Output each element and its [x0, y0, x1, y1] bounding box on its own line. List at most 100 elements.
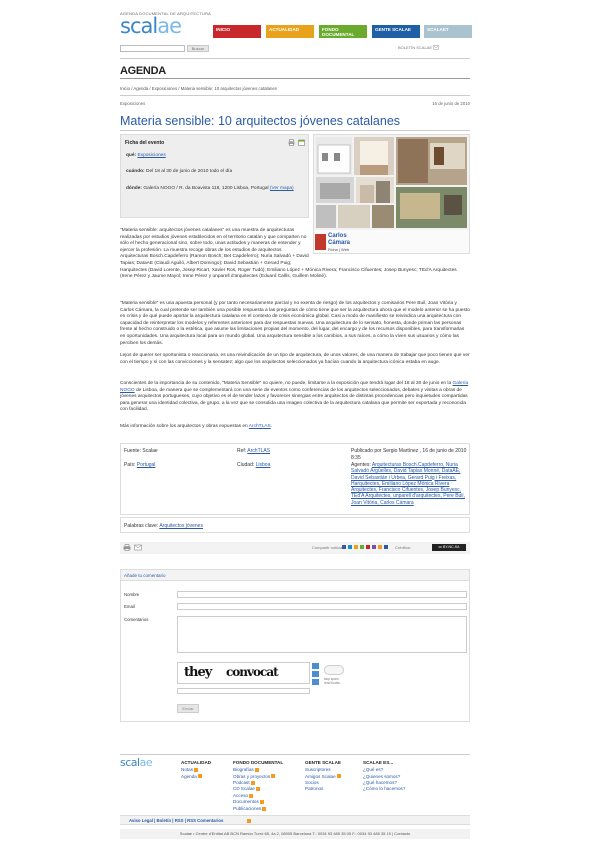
footer-link[interactable]: Publicaciones: [233, 806, 283, 812]
nombre-input[interactable]: [177, 591, 467, 598]
print-icon[interactable]: [123, 544, 131, 551]
delicious-icon[interactable]: [348, 545, 352, 549]
footer-col-gente: GENTE SCALAE Suscriptores Amigos Scalae …: [305, 760, 341, 793]
footer-logo-main: scal: [120, 756, 140, 769]
rss-icon[interactable]: [262, 806, 267, 811]
claves-label: Palabras clave:: [124, 523, 159, 529]
footer-link[interactable]: Patronos: [305, 786, 341, 792]
nav-inicio-label: INICIO: [216, 27, 231, 32]
rss-icon[interactable]: [194, 767, 199, 772]
paragraph-1: "Materia sensible: arquitectos jóvenes c…: [120, 228, 470, 281]
nav-inicio[interactable]: INICIO: [213, 25, 261, 38]
footer-link[interactable]: Agenda: [181, 774, 211, 780]
palabras-clave: Palabras clave: Arquitectos jóvenes: [124, 523, 203, 530]
rss-icon[interactable]: [271, 774, 276, 779]
claves-link[interactable]: Arquitectos jóvenes: [159, 523, 203, 529]
nav-fondo-documental[interactable]: FONDO DOCUMENTAL: [319, 25, 367, 38]
comentarios-textarea[interactable]: [177, 616, 467, 653]
captcha-help-icon[interactable]: [312, 679, 319, 685]
captcha-refresh-icon[interactable]: [312, 663, 319, 669]
ciudad-link[interactable]: Lisboa: [256, 462, 271, 468]
calendar-icon[interactable]: [298, 139, 305, 146]
cc-license-badge[interactable]: cc BY-NC-SA: [432, 544, 466, 551]
donde-label: dónde:: [126, 186, 142, 191]
email-input[interactable]: [177, 603, 467, 610]
footer-col-head: SCALAE ES...: [363, 760, 394, 765]
rss-icon[interactable]: [249, 793, 254, 798]
captcha-word-2: convocat: [226, 665, 279, 679]
footer-link[interactable]: ¿Cómo lo hacemos?: [363, 786, 405, 792]
map-link[interactable]: (Ver mapa): [270, 186, 294, 191]
nav-actualidad[interactable]: ACTUALIDAD: [266, 25, 314, 38]
scalae-logo[interactable]: scalae: [120, 16, 182, 37]
search-button[interactable]: Buscar: [187, 45, 209, 52]
rss-icon[interactable]: [336, 774, 341, 779]
fuente-label: Fuente:: [124, 448, 141, 454]
footer-col-fondo: FONDO DOCUMENTAL Biografías Obras y proy…: [233, 760, 283, 812]
footer-links-bar: Aviso Legal | Boletín | RSS | RSS Coment…: [120, 815, 470, 825]
nav-scalaet[interactable]: SCALAET: [424, 25, 472, 38]
boletin-link[interactable]: BOLETÍN SCALAE: [398, 45, 439, 51]
ref-link[interactable]: ArchTLAS: [247, 448, 270, 454]
p5-text-a: Más información sobre los arquitectos y …: [120, 424, 249, 429]
footer-link-label: Biografías: [233, 767, 254, 773]
pais-link[interactable]: Portugal: [137, 462, 156, 468]
rss-icon[interactable]: [259, 800, 264, 805]
footer-legal-links[interactable]: Aviso Legal | Boletín | RSS | RSS Coment…: [129, 818, 223, 824]
nav-scalaet-label: SCALAET: [427, 27, 449, 32]
pais-label: País:: [124, 462, 136, 468]
paragraph-3: Lejos de querer ser oportunista o reacci…: [120, 353, 470, 365]
title-divider: [120, 130, 470, 131]
fuente: Fuente: Scalae: [124, 448, 158, 455]
breadcrumb: Inicio / Agenda / Exposiciones / Materia…: [120, 86, 277, 91]
facebook-icon[interactable]: [342, 545, 346, 549]
pais: País: Portugal: [124, 462, 155, 469]
rss-icon[interactable]: [197, 774, 202, 779]
rss-icon[interactable]: [250, 780, 255, 785]
footer-link-label: Publicaciones: [233, 805, 262, 811]
nav-actualidad-label: ACTUALIDAD: [269, 27, 300, 32]
email-icon[interactable]: [134, 544, 142, 551]
print-icon[interactable]: [288, 139, 295, 146]
captcha-input[interactable]: [177, 688, 310, 694]
ciudad: Ciudad: Lisboa: [237, 462, 270, 469]
archtlas-link[interactable]: ArchTLAS: [249, 424, 271, 429]
nav-gente-scalae[interactable]: GENTE SCALAE: [372, 25, 420, 38]
footer-link-label: Acceso: [233, 792, 249, 798]
twitter-icon[interactable]: [384, 545, 388, 549]
digg-icon[interactable]: [366, 545, 370, 549]
meneame-icon[interactable]: [354, 545, 358, 549]
captcha-audio-icon[interactable]: [312, 671, 319, 677]
footer-logo[interactable]: scalae: [120, 756, 153, 769]
rss-icon[interactable]: [254, 767, 259, 772]
captcha-image: they convocat: [177, 662, 310, 684]
agentes-links[interactable]: Arquitecturas Bosch.Capdeferro, Nuria Sa…: [351, 462, 465, 506]
recaptcha-text: stop spam. read books.: [324, 677, 341, 685]
section-divider: [120, 78, 470, 79]
submit-button[interactable]: Enviar: [177, 704, 199, 713]
comment-form: Añade tu comentario Nombre Email Comenta…: [120, 569, 470, 722]
crumb-divider: [120, 95, 470, 96]
nav-gente-label: GENTE SCALAE: [375, 27, 411, 32]
footer-link-label: Amigos Scalae: [305, 773, 336, 779]
yahoo-icon[interactable]: [372, 545, 376, 549]
rss-icon[interactable]: [247, 819, 251, 823]
footer-link-label: Agenda: [181, 773, 197, 779]
agentes-label: Agentes:: [351, 462, 371, 468]
comment-form-header: Añade tu comentario: [121, 570, 469, 581]
footer-col-head: GENTE SCALAE: [305, 760, 341, 765]
share-toolbar: Compartir noticia Créditos: cc BY-NC-SA: [120, 542, 470, 554]
event-donde: dónde: Galería NOGO / R. da Boavista 118…: [126, 186, 306, 192]
cuando-value: Del 18 al 30 de junio de 2010 todo el dí…: [146, 169, 233, 174]
que-link[interactable]: Exposiciones: [137, 153, 165, 158]
technorati-icon[interactable]: [360, 545, 364, 549]
search-input[interactable]: [120, 45, 185, 52]
footer-col-actualidad: ACTUALIDAD Notas Agenda: [181, 760, 211, 780]
page-title: Materia sensible: 10 arquitectos jóvenes…: [120, 114, 401, 128]
comment-form-title: Añade tu comentario: [124, 573, 166, 578]
event-card: Ficha del evento qué: Exposiciones cuánd…: [120, 134, 309, 218]
p4-text-b: de Lisboa, de manera que se complementar…: [120, 387, 468, 413]
stumble-icon[interactable]: [378, 545, 382, 549]
meta-table: Fuente: Scalae Ref: ArchTLAS Publicado p…: [120, 443, 470, 515]
rss-icon[interactable]: [255, 787, 260, 792]
